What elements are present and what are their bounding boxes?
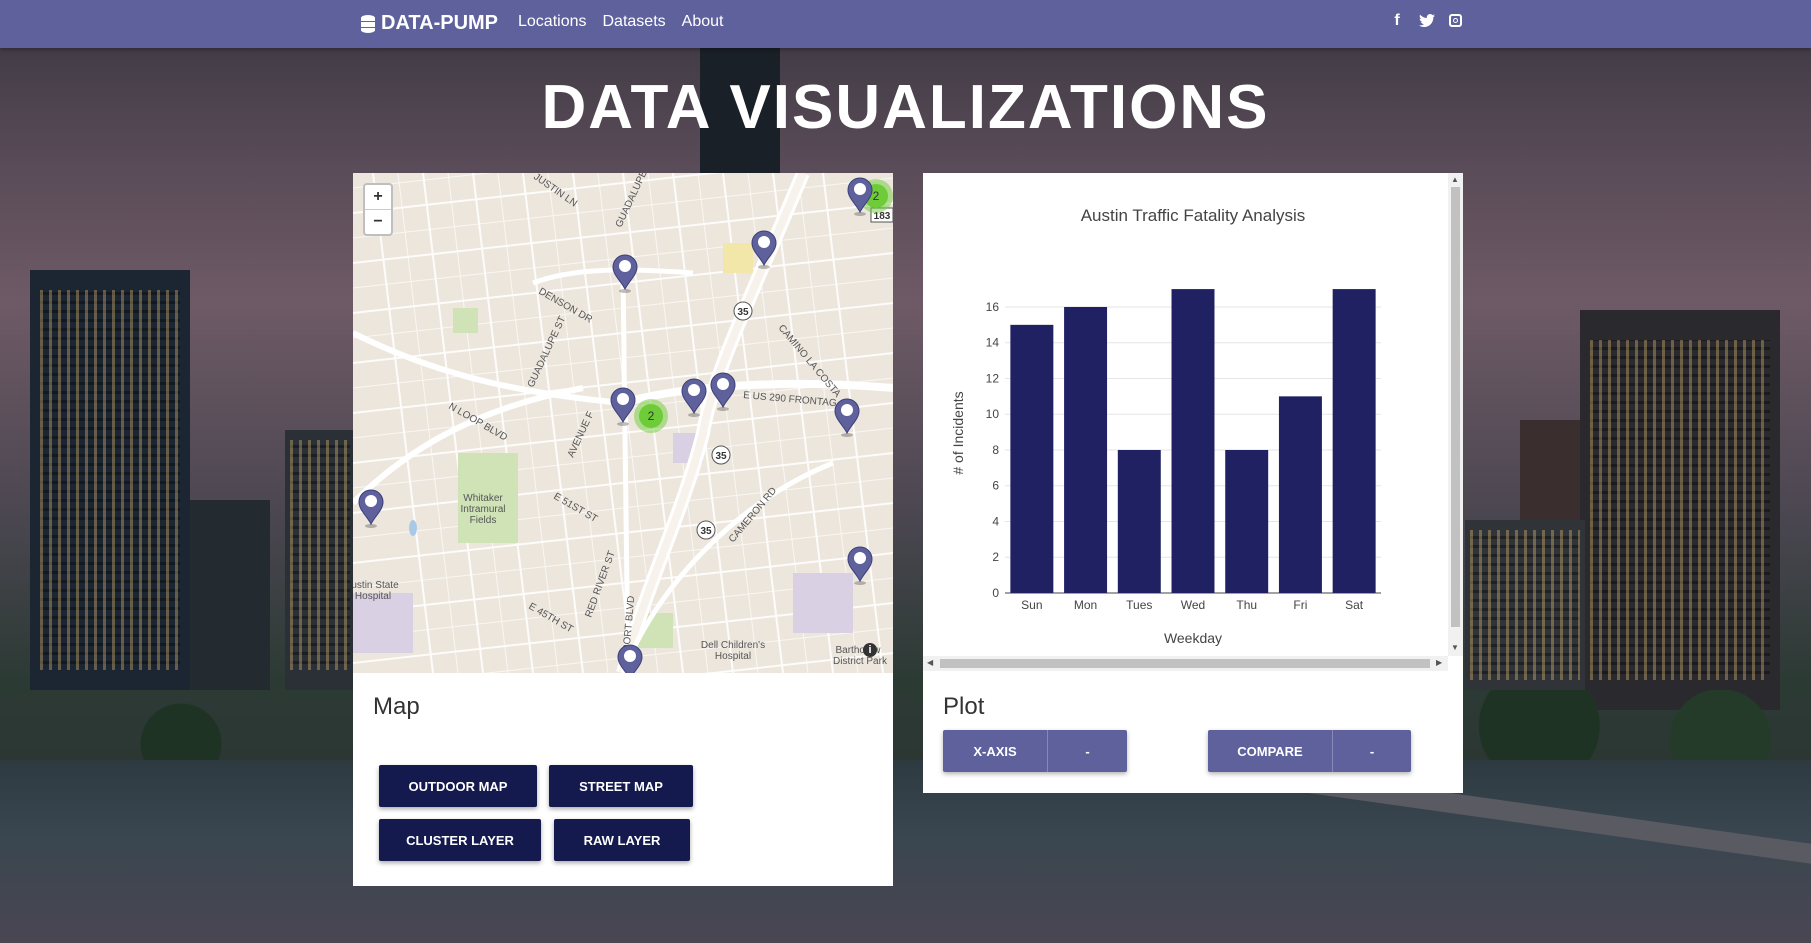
social-links: f <box>1389 12 1462 30</box>
zoom-control: + − <box>363 183 393 236</box>
map-label-bartholomew: Bartho ew District Park <box>833 645 888 667</box>
brand-name: DATA-PUMP <box>381 12 499 34</box>
map-shield-35a: 35 <box>737 307 749 318</box>
zoom-in-button[interactable]: + <box>365 185 391 209</box>
chart-container: 0 2 4 6 8 10 12 14 16 Sun Mon Tues Wed Thu Fri Sat Aus… <box>923 173 1448 656</box>
nav-link-datasets[interactable]: Datasets <box>603 13 666 31</box>
chart-x-tick-label: Mon <box>1074 598 1097 612</box>
page-title: DATA VISUALIZATIONS <box>541 73 1270 142</box>
top-navbar: DATA-PUMP Locations Datasets About f <box>0 0 1811 48</box>
chart-bar-thu[interactable] <box>1225 449 1269 593</box>
database-icon <box>361 14 375 33</box>
chart-y-tick-label: 0 <box>992 586 999 600</box>
map-shield-35c: 35 <box>700 526 712 537</box>
chart-x-tick-label: Fri <box>1293 598 1307 612</box>
map-tiles: 35 35 35 183 JUSTIN LN GUADALUPE DENSON … <box>353 173 893 673</box>
map-shield-35b: 35 <box>715 451 727 462</box>
chart-bar-sun[interactable] <box>1010 324 1054 593</box>
map-attribution-info-icon[interactable]: i <box>863 643 877 657</box>
raw-layer-button[interactable]: RAW LAYER <box>554 819 690 861</box>
map-card: 35 35 35 183 JUSTIN LN GUADALUPE DENSON … <box>353 173 893 886</box>
outdoor-map-button[interactable]: OUTDOOR MAP <box>379 765 537 807</box>
chart-bar-wed[interactable] <box>1171 289 1215 593</box>
nav-links: Locations Datasets About <box>518 13 723 31</box>
chart-y-tick-label: 4 <box>992 514 999 528</box>
compare-button[interactable]: COMPARE <box>1208 730 1333 772</box>
plot-card-title: Plot <box>943 693 985 720</box>
chart-x-axis-label: Weekday <box>1164 630 1222 646</box>
chart-x-tick-label: Thu <box>1236 598 1257 612</box>
cluster-layer-button[interactable]: CLUSTER LAYER <box>379 819 541 861</box>
nav-link-locations[interactable]: Locations <box>518 13 587 31</box>
chart-y-tick-label: 10 <box>986 407 1000 421</box>
chart-y-tick-label: 12 <box>986 371 1000 385</box>
plot-vertical-scrollbar[interactable]: ▲ ▼ <box>1448 173 1463 656</box>
chart-bar-sat[interactable] <box>1332 289 1376 593</box>
brand-logo[interactable]: DATA-PUMP <box>361 12 498 35</box>
instagram-icon[interactable] <box>1449 14 1462 27</box>
facebook-icon[interactable]: f <box>1389 12 1405 30</box>
zoom-out-button[interactable]: − <box>365 209 391 234</box>
chart-bar-fri[interactable] <box>1278 396 1322 593</box>
plot-horizontal-scrollbar[interactable]: ◀ ▶ <box>923 656 1448 671</box>
chart-bar-mon[interactable] <box>1064 306 1108 593</box>
chart-y-axis-label: # of Incidents <box>950 391 966 474</box>
street-map-button[interactable]: STREET MAP <box>549 765 693 807</box>
map-cluster-count: 2 <box>648 409 655 423</box>
x-axis-dropdown: X-AXIS - <box>943 730 1127 772</box>
map-view[interactable]: 35 35 35 183 JUSTIN LN GUADALUPE DENSON … <box>353 173 893 673</box>
chart-title: Austin Traffic Fatality Analysis <box>1081 206 1306 225</box>
chart-y-tick-label: 14 <box>986 336 1000 350</box>
x-axis-button[interactable]: X-AXIS <box>943 730 1048 772</box>
chart-y-tick-label: 6 <box>992 479 999 493</box>
twitter-icon[interactable] <box>1419 12 1435 30</box>
chart-x-tick-label: Tues <box>1126 598 1152 612</box>
nav-link-about[interactable]: About <box>682 13 724 31</box>
plot-card: 0 2 4 6 8 10 12 14 16 Sun Mon Tues Wed Thu Fri Sat Aus… <box>923 173 1463 793</box>
chart-x-tick-label: Wed <box>1181 598 1205 612</box>
chart-x-tick-label: Sun <box>1021 598 1042 612</box>
chart-y-tick-label: 16 <box>986 300 1000 314</box>
chart-y-tick-label: 2 <box>992 550 999 564</box>
map-cluster-count: 2 <box>873 189 880 203</box>
bar-chart: 0 2 4 6 8 10 12 14 16 Sun Mon Tues Wed Thu Fri Sat Aus… <box>950 206 1381 646</box>
chart-x-tick-label: Sat <box>1345 598 1364 612</box>
x-axis-caret-button[interactable]: - <box>1048 730 1127 772</box>
chart-y-tick-label: 8 <box>992 443 999 457</box>
compare-dropdown: COMPARE - <box>1208 730 1411 772</box>
chart-bar-tues[interactable] <box>1117 449 1161 593</box>
map-card-title: Map <box>373 693 420 720</box>
compare-caret-button[interactable]: - <box>1333 730 1411 772</box>
